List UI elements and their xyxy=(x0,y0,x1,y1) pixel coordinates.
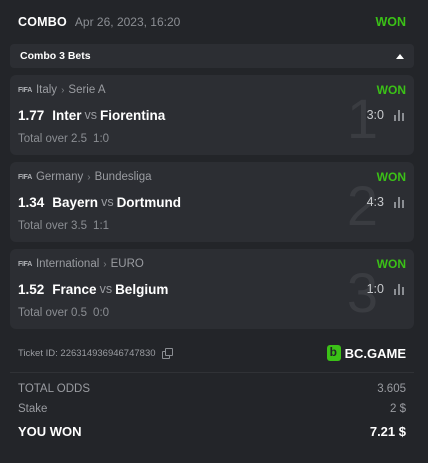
brand-logo: BC.GAME xyxy=(326,345,406,361)
chevron-up-icon xyxy=(396,53,404,59)
leg-country: Germany xyxy=(35,171,84,183)
brand-name: BC.GAME xyxy=(344,345,406,361)
separator-icon: › xyxy=(61,84,65,96)
market-name: Total over 2.5 xyxy=(18,133,88,145)
leg-meta: FIFA International › EURO WON xyxy=(18,257,406,271)
bcgame-logo-icon xyxy=(326,345,341,361)
fifa-icon: FIFA xyxy=(18,86,32,94)
bet-header: COMBO Apr 26, 2023, 16:20 WON xyxy=(18,13,406,31)
combo-bets-label: Combo 3 Bets xyxy=(20,50,91,62)
home-team: Inter xyxy=(52,107,82,123)
divider xyxy=(10,372,414,373)
bet-leg-2: 2 FIFA Germany › Bundesliga WON 1.34 Bay… xyxy=(10,162,414,242)
leg-country: Italy xyxy=(35,84,58,96)
bet-card: COMBO Apr 26, 2023, 16:20 WON Combo 3 Be… xyxy=(0,0,428,463)
stats-icon[interactable] xyxy=(394,283,406,295)
leg-match: 1.52 France vs Belgium 1:0 xyxy=(18,281,406,297)
total-odds-row: TOTAL ODDS 3.605 xyxy=(18,383,406,395)
market-result: 0:0 xyxy=(93,307,110,319)
bet-type: COMBO xyxy=(18,15,67,29)
leg-market: Total over 2.5 1:0 xyxy=(18,133,109,145)
leg-status: WON xyxy=(376,83,406,97)
leg-league: EURO xyxy=(110,258,144,270)
home-team: Bayern xyxy=(52,194,99,210)
away-team: Dortmund xyxy=(116,194,182,210)
ticket-label: Ticket ID: xyxy=(18,348,58,359)
leg-meta: FIFA Italy › Serie A WON xyxy=(18,83,406,97)
vs-label: vs xyxy=(84,108,98,122)
copy-icon[interactable] xyxy=(161,348,173,359)
leg-market: Total over 0.5 0:0 xyxy=(18,307,109,319)
away-team: Belgium xyxy=(115,281,169,297)
leg-status: WON xyxy=(376,170,406,184)
separator-icon: › xyxy=(103,258,107,270)
leg-country: International xyxy=(35,258,100,270)
market-result: 1:1 xyxy=(93,220,110,232)
combo-bets-toggle[interactable]: Combo 3 Bets xyxy=(10,44,414,68)
match-score: 4:3 xyxy=(366,195,384,209)
market-name: Total over 3.5 xyxy=(18,220,88,232)
vs-label: vs xyxy=(101,195,114,209)
bet-status: WON xyxy=(375,15,406,29)
leg-market: Total over 3.5 1:1 xyxy=(18,220,109,232)
bet-leg-3: 3 FIFA International › EURO WON 1.52 Fra… xyxy=(10,249,414,329)
leg-match: 1.77 Inter vs Fiorentina 3:0 xyxy=(18,107,406,123)
stats-icon[interactable] xyxy=(394,196,406,208)
vs-label: vs xyxy=(99,282,113,296)
bet-leg-1: 1 FIFA Italy › Serie A WON 1.77 Inter vs… xyxy=(10,75,414,155)
market-name: Total over 0.5 xyxy=(18,307,88,319)
won-row: YOU WON 7.21 $ xyxy=(18,424,406,439)
home-team: France xyxy=(52,281,97,297)
leg-status: WON xyxy=(376,257,406,271)
stake-label: Stake xyxy=(18,403,48,415)
leg-meta: FIFA Germany › Bundesliga WON xyxy=(18,170,406,184)
fifa-icon: FIFA xyxy=(18,173,32,181)
leg-league: Serie A xyxy=(68,84,106,96)
total-odds-label: TOTAL ODDS xyxy=(18,383,90,395)
won-value: 7.21 $ xyxy=(369,424,406,439)
away-team: Fiorentina xyxy=(100,107,166,123)
match-score: 1:0 xyxy=(366,282,384,296)
leg-league: Bundesliga xyxy=(94,171,152,183)
match-score: 3:0 xyxy=(366,108,384,122)
separator-icon: › xyxy=(87,171,91,183)
won-label: YOU WON xyxy=(18,424,82,439)
bet-date: Apr 26, 2023, 16:20 xyxy=(74,15,181,29)
market-result: 1:0 xyxy=(93,133,110,145)
ticket-info: Ticket ID: 226314936946747830 xyxy=(18,348,173,359)
stake-row: Stake 2 $ xyxy=(18,403,406,415)
leg-odds: 1.77 xyxy=(18,107,45,123)
leg-odds: 1.52 xyxy=(18,281,45,297)
stake-value: 2 $ xyxy=(390,403,406,415)
total-odds-value: 3.605 xyxy=(377,383,406,395)
leg-odds: 1.34 xyxy=(18,194,45,210)
fifa-icon: FIFA xyxy=(18,260,32,268)
stats-icon[interactable] xyxy=(394,109,406,121)
leg-match: 1.34 Bayern vs Dortmund 4:3 xyxy=(18,194,406,210)
ticket-id: 226314936946747830 xyxy=(60,348,156,359)
